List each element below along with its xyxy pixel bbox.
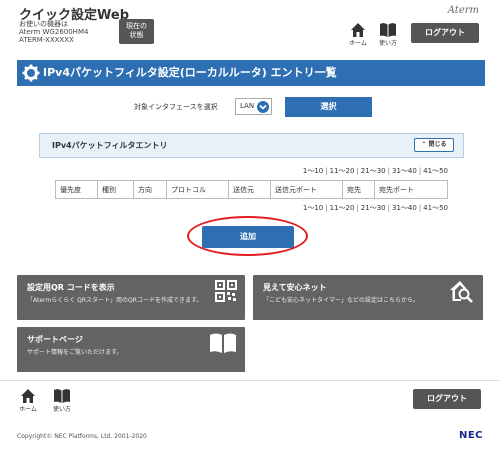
panel-title: IPv4パケットフィルタエントリ [52, 141, 168, 150]
book-icon [210, 333, 236, 353]
footer-logout-button[interactable]: ログアウト [413, 389, 481, 409]
pager-link[interactable]: 21〜30 [361, 204, 386, 212]
nec-logo: NEC [458, 430, 483, 441]
tile-title: 見えて安心ネット [263, 283, 327, 292]
pager-link[interactable]: 31〜40 [392, 204, 417, 212]
add-entry-button[interactable]: 追加 [202, 226, 294, 248]
header: クイック設定Web お使いの機器は Aterm WG2600HM4 ATERM-… [0, 0, 500, 52]
book-icon [380, 23, 396, 37]
logout-button[interactable]: ログアウト [411, 23, 479, 43]
column-header: プロトコル [166, 180, 229, 199]
status-button[interactable]: 現在の 状態 [119, 19, 154, 44]
help-label: 使い方 [52, 406, 71, 413]
column-header: 送信元ポート [270, 180, 343, 199]
column-header: 宛先ポート [374, 180, 448, 199]
book-icon [54, 389, 70, 403]
device-caption: お使いの機器は [19, 20, 68, 28]
status-button-line1: 現在の [126, 22, 147, 30]
filter-entry-table: 優先度 種別 方向 プロトコル 送信元 送信元ポート 宛先 宛先ポート [55, 180, 448, 199]
device-ssid: ATERM-XXXXXX [19, 36, 74, 44]
column-header: 宛先 [342, 180, 375, 199]
tile-title: サポートページ [27, 335, 83, 344]
home-icon [351, 23, 365, 37]
footer-nav: ホーム 使い方 ログアウト [0, 380, 500, 420]
home-icon [21, 389, 35, 403]
pager-link[interactable]: 11〜20 [330, 167, 355, 175]
column-header: 送信元 [228, 180, 271, 199]
panel-close-label: 閉じる [428, 141, 447, 148]
pager-link[interactable]: 31〜40 [392, 167, 417, 175]
support-page-tile[interactable]: サポートページ サポート情報をご覧いただけます。 [17, 327, 245, 372]
table-header-row: 優先度 種別 方向 プロトコル 送信元 送信元ポート 宛先 宛先ポート [55, 180, 448, 199]
device-model: Aterm WG2600HM4 [19, 28, 89, 36]
column-header: 優先度 [55, 180, 98, 199]
pager-link[interactable]: 41〜50 [423, 167, 448, 175]
tile-title: 設定用QR コードを表示 [27, 283, 115, 292]
help-button[interactable]: 使い方 [373, 22, 403, 47]
pager-link[interactable]: 21〜30 [361, 167, 386, 175]
panel-close-button[interactable]: ⌃ 閉じる [414, 138, 454, 152]
page-title-bar: IPv4パケットフィルタ設定(ローカルルータ) エントリ一覧 [17, 60, 485, 86]
iface-label: 対象インタフェースを選択 [134, 103, 218, 111]
column-header: 種別 [97, 180, 134, 199]
footer-help-button[interactable]: 使い方 [47, 388, 77, 413]
status-button-line2: 状態 [129, 31, 144, 39]
copyright: Copyright© NEC Platforms, Ltd. 2001-2020 [17, 433, 147, 440]
qr-code-tile[interactable]: 設定用QR コードを表示 「Atermらくらく QRスタート」用のQRコードを作… [17, 275, 245, 320]
chevron-up-icon: ⌃ [421, 141, 427, 148]
tile-desc: サポート情報をご覧いただけます。 [27, 349, 123, 356]
select-button[interactable]: 選択 [285, 97, 372, 117]
home-label: ホーム [349, 40, 367, 47]
home-label: ホーム [19, 406, 37, 413]
pager-link[interactable]: 41〜50 [423, 204, 448, 212]
home-search-icon [450, 281, 473, 303]
pager-link[interactable]: 1〜10 [303, 204, 323, 212]
iface-value: LAN [240, 102, 255, 110]
gear-icon [22, 64, 40, 82]
column-header: 方向 [133, 180, 167, 199]
page-title: IPv4パケットフィルタ設定(ローカルルータ) エントリ一覧 [43, 66, 337, 79]
iface-select[interactable]: LAN [235, 98, 272, 115]
footer-home-button[interactable]: ホーム [13, 388, 43, 413]
tile-desc: 「Atermらくらく QRスタート」用のQRコードを作成できます。 [27, 297, 203, 304]
pager-top: 1〜10 | 11〜20 | 21〜30 | 31〜40 | 41〜50 [302, 167, 448, 175]
filter-entry-panel-header: IPv4パケットフィルタエントリ ⌃ 閉じる [39, 133, 464, 158]
pager-link[interactable]: 11〜20 [330, 204, 355, 212]
home-button[interactable]: ホーム [343, 22, 373, 47]
chevron-down-icon [257, 101, 269, 113]
pager-bottom: 1〜10 | 11〜20 | 21〜30 | 31〜40 | 41〜50 [302, 204, 448, 212]
pager-link[interactable]: 1〜10 [303, 167, 323, 175]
aterm-logo: Aterm [447, 5, 479, 16]
help-label: 使い方 [378, 40, 397, 47]
tile-desc: 「こども安心ネットタイマー」などの設定はこちらから。 [263, 297, 420, 304]
mieru-anshin-tile[interactable]: 見えて安心ネット 「こども安心ネットタイマー」などの設定はこちらから。 [253, 275, 483, 320]
qr-code-icon [215, 280, 237, 302]
